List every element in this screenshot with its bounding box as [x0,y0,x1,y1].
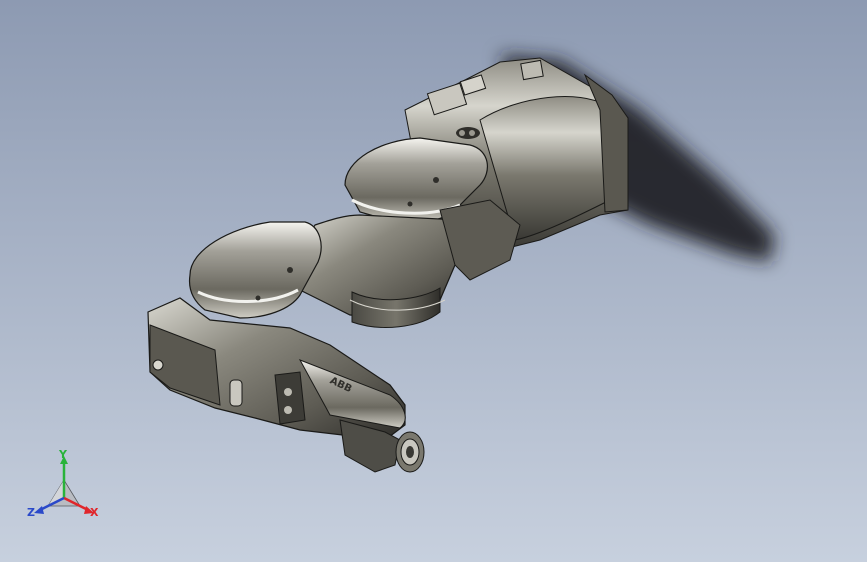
axis3-elbow-cap[interactable] [188,221,322,319]
upper-arm-link[interactable] [299,199,521,328]
graphics-viewport[interactable]: ABB Y X Z [0,0,867,562]
z-axis-label: Z [27,506,35,519]
x-axis-label: X [90,506,99,519]
coordinate-triad: Y X Z [27,448,99,519]
robot-arm-model[interactable]: ABB [0,0,867,562]
z-axis-head [34,506,44,514]
y-axis-label: Y [58,448,68,461]
